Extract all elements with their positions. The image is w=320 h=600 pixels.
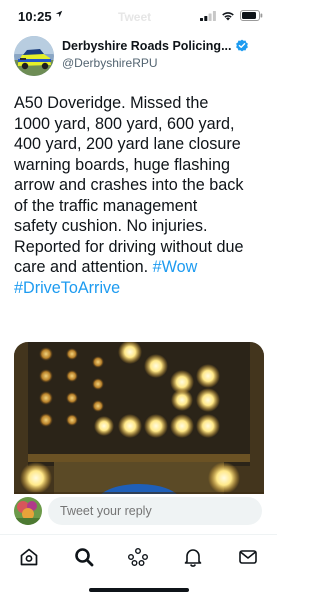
header-ghost-title: Tweet [118, 10, 152, 24]
wifi-icon [222, 11, 234, 20]
battery-icon [240, 10, 263, 21]
user-avatar[interactable] [14, 497, 42, 525]
tab-search[interactable] [72, 545, 96, 569]
status-indicators [200, 10, 263, 21]
tweet-text-line: A50 Doveridge. Missed the [14, 94, 209, 112]
location-arrow-icon [55, 10, 63, 18]
tab-notifications[interactable] [181, 545, 205, 569]
hashtag-wow-link[interactable]: #Wow [153, 258, 198, 276]
tab-spaces[interactable] [126, 545, 150, 569]
notifications-icon [184, 549, 202, 567]
tweet-text-line: 400 yard, 200 yard lane closure [14, 135, 241, 153]
tab-home[interactable] [17, 545, 41, 569]
reply-bar [0, 494, 277, 534]
tweet-text: A50 Doveridge. Missed the 1000 yard, 800… [14, 93, 266, 298]
tweet-text-line-with-hashtag: care and attention. #Wow [14, 257, 266, 278]
spaces-icon [128, 548, 148, 566]
status-bar: 10:25 Tweet [0, 0, 277, 32]
tweet-text-line: Reported for driving without due [14, 237, 244, 256]
tweet-author[interactable]: Derbyshire Roads Policing... @Derbyshire… [14, 36, 266, 76]
cellular-signal-icon [200, 10, 216, 21]
tweet-text-line: safety cushion. No injuries. [14, 217, 208, 235]
tweet-text-line: arrow and crashes into the back [14, 176, 244, 194]
verified-badge-icon [236, 39, 248, 52]
author-avatar[interactable] [14, 36, 54, 76]
tab-messages[interactable] [236, 545, 260, 569]
author-name[interactable]: Derbyshire Roads Policing... [62, 39, 232, 53]
messages-icon [239, 550, 257, 564]
hashtag-drivetoarrive-link[interactable]: #DriveToArrive [14, 278, 266, 299]
home-icon [20, 548, 38, 566]
search-icon [75, 548, 94, 567]
tweet-text-line: of the traffic management [14, 196, 198, 215]
tweet-text-fragment: care and attention. [14, 258, 153, 276]
reply-input[interactable] [48, 497, 262, 525]
tweet-text-line: 1000 yard, 800 yard, 600 yard, [14, 114, 235, 133]
tweet-text-line: warning boards, huge flashing [14, 155, 230, 174]
status-time: 10:25 [18, 9, 52, 24]
home-indicator[interactable] [89, 588, 189, 592]
author-handle[interactable]: @DerbyshireRPU [62, 56, 158, 70]
tweet-media-image[interactable] [14, 342, 264, 500]
